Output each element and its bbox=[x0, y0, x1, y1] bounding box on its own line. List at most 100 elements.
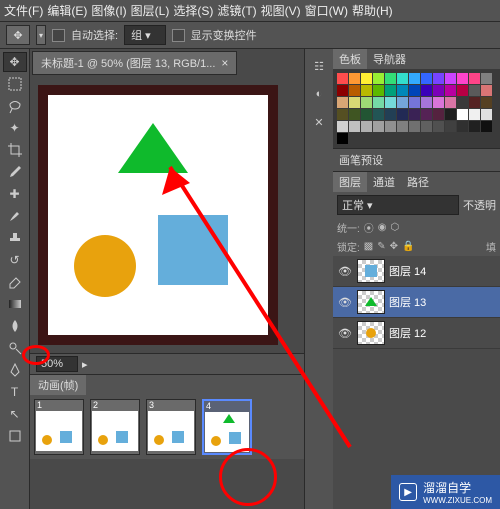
swatch[interactable] bbox=[361, 121, 372, 132]
swatches-grid[interactable] bbox=[333, 69, 500, 148]
crop-tool[interactable] bbox=[3, 140, 27, 160]
swatch[interactable] bbox=[373, 85, 384, 96]
swatch[interactable] bbox=[361, 73, 372, 84]
swatch[interactable] bbox=[361, 85, 372, 96]
auto-select-checkbox[interactable] bbox=[52, 29, 65, 42]
marquee-tool[interactable] bbox=[3, 74, 27, 94]
shape-tool[interactable] bbox=[3, 426, 27, 446]
swatch[interactable] bbox=[433, 121, 444, 132]
frame-1[interactable]: 1 bbox=[34, 399, 84, 455]
swatch[interactable] bbox=[445, 97, 456, 108]
swatch[interactable] bbox=[469, 121, 480, 132]
zoom-menu-arrow[interactable]: ▸ bbox=[82, 358, 88, 371]
swatch[interactable] bbox=[337, 73, 348, 84]
swatch[interactable] bbox=[361, 109, 372, 120]
menu-select[interactable]: 选择(S) bbox=[173, 2, 213, 19]
swatch[interactable] bbox=[421, 97, 432, 108]
history-brush-tool[interactable]: ↺ bbox=[3, 250, 27, 270]
swatch[interactable] bbox=[385, 109, 396, 120]
swatch[interactable] bbox=[457, 85, 468, 96]
menu-layer[interactable]: 图层(L) bbox=[131, 2, 170, 19]
visibility-eye-icon[interactable]: 👁 bbox=[337, 263, 353, 279]
blur-tool[interactable] bbox=[3, 316, 27, 336]
lock-pixels-icon[interactable]: ✎ bbox=[377, 241, 385, 252]
swatch[interactable] bbox=[433, 97, 444, 108]
swatch[interactable] bbox=[337, 85, 348, 96]
swatch[interactable] bbox=[385, 97, 396, 108]
lock-transparent-icon[interactable]: ▩ bbox=[364, 241, 373, 252]
swatch[interactable] bbox=[337, 121, 348, 132]
swatch[interactable] bbox=[397, 121, 408, 132]
unify-position-icon[interactable]: ⦿ bbox=[364, 220, 374, 235]
menu-filter[interactable]: 滤镜(T) bbox=[217, 2, 256, 19]
layer-row[interactable]: 👁图层 12 bbox=[333, 318, 500, 349]
swatch[interactable] bbox=[397, 109, 408, 120]
swatch[interactable] bbox=[457, 121, 468, 132]
swatch[interactable] bbox=[481, 109, 492, 120]
path-select-tool[interactable]: ↖ bbox=[3, 404, 27, 424]
swatch[interactable] bbox=[397, 97, 408, 108]
swatch[interactable] bbox=[373, 109, 384, 120]
brush-preset-tab[interactable]: 画笔预设 bbox=[333, 148, 500, 171]
gradient-tool[interactable] bbox=[3, 294, 27, 314]
swatch[interactable] bbox=[469, 97, 480, 108]
swatch[interactable] bbox=[445, 73, 456, 84]
swatches-tab[interactable]: 色板 bbox=[333, 49, 367, 69]
tool-preset-dropdown[interactable]: ▾ bbox=[36, 25, 46, 45]
frame-4[interactable]: 4 bbox=[202, 399, 252, 455]
swatch[interactable] bbox=[445, 109, 456, 120]
swatch[interactable] bbox=[373, 73, 384, 84]
swatch[interactable] bbox=[361, 97, 372, 108]
swatch[interactable] bbox=[445, 85, 456, 96]
swatch[interactable] bbox=[433, 109, 444, 120]
swatch[interactable] bbox=[337, 97, 348, 108]
brush-tool[interactable] bbox=[3, 206, 27, 226]
swatch[interactable] bbox=[337, 133, 348, 144]
menu-window[interactable]: 窗口(W) bbox=[305, 2, 348, 19]
canvas[interactable] bbox=[38, 85, 278, 345]
layer-row[interactable]: 👁图层 13 bbox=[333, 287, 500, 318]
close-tab-icon[interactable]: × bbox=[221, 56, 228, 70]
wand-tool[interactable]: ✦ bbox=[3, 118, 27, 138]
unify-visibility-icon[interactable]: ◉ bbox=[378, 222, 387, 233]
swatch[interactable] bbox=[385, 121, 396, 132]
adjust-icon[interactable]: ◐ bbox=[308, 83, 330, 105]
swatch[interactable] bbox=[349, 97, 360, 108]
swatch[interactable] bbox=[421, 109, 432, 120]
menu-help[interactable]: 帮助(H) bbox=[352, 2, 393, 19]
swatch[interactable] bbox=[457, 109, 468, 120]
swatch[interactable] bbox=[421, 85, 432, 96]
menu-edit[interactable]: 编辑(E) bbox=[47, 2, 87, 19]
move-tool[interactable]: ✥ bbox=[3, 52, 27, 72]
zoom-field[interactable]: 50% bbox=[36, 356, 78, 372]
swatch[interactable] bbox=[409, 85, 420, 96]
swatch[interactable] bbox=[457, 97, 468, 108]
auto-select-mode[interactable]: 组 ▾ bbox=[124, 25, 166, 45]
lock-all-icon[interactable]: 🔒 bbox=[402, 241, 414, 252]
type-tool[interactable]: T bbox=[3, 382, 27, 402]
paths-tab[interactable]: 路径 bbox=[401, 172, 435, 192]
pen-tool[interactable] bbox=[3, 360, 27, 380]
swatch[interactable] bbox=[409, 121, 420, 132]
swatch[interactable] bbox=[349, 73, 360, 84]
stamp-tool[interactable] bbox=[3, 228, 27, 248]
swatch[interactable] bbox=[385, 85, 396, 96]
menu-image[interactable]: 图像(I) bbox=[91, 2, 126, 19]
eraser-tool[interactable] bbox=[3, 272, 27, 292]
unify-style-icon[interactable]: ⬡ bbox=[391, 222, 400, 233]
swatch[interactable] bbox=[445, 121, 456, 132]
menu-file[interactable]: 文件(F) bbox=[4, 2, 43, 19]
show-transform-checkbox[interactable] bbox=[172, 29, 185, 42]
swatch[interactable] bbox=[409, 97, 420, 108]
swatch[interactable] bbox=[481, 85, 492, 96]
swatch[interactable] bbox=[433, 85, 444, 96]
swatch[interactable] bbox=[337, 109, 348, 120]
swatch[interactable] bbox=[457, 73, 468, 84]
channels-tab[interactable]: 通道 bbox=[367, 172, 401, 192]
dodge-tool[interactable] bbox=[3, 338, 27, 358]
swatch[interactable] bbox=[421, 73, 432, 84]
swatch[interactable] bbox=[409, 73, 420, 84]
swatch[interactable] bbox=[397, 73, 408, 84]
animation-tab[interactable]: 动画(帧) bbox=[30, 375, 86, 395]
history-icon[interactable]: ☷ bbox=[308, 55, 330, 77]
